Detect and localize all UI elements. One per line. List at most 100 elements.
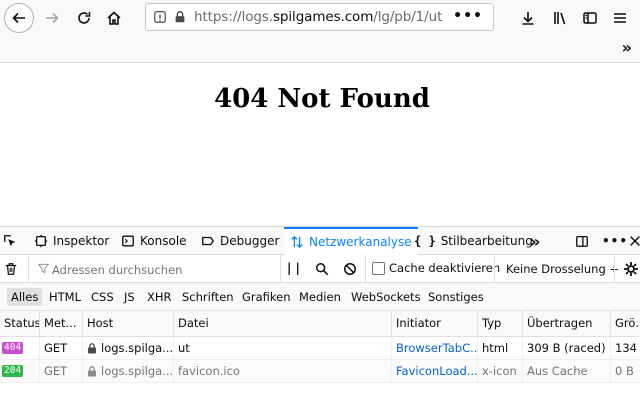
filter-html[interactable]: HTML <box>45 288 85 306</box>
lock-icon <box>88 366 96 377</box>
close-icon <box>630 236 640 246</box>
filter-images[interactable]: Grafiken <box>238 288 295 306</box>
tab-console-label: Konsole <box>140 234 187 248</box>
tab-inspector-label: Inspektor <box>53 234 110 248</box>
filter-xhr[interactable]: XHR <box>143 288 176 306</box>
size-cell: 134 B <box>615 341 640 355</box>
reload-button[interactable] <box>70 4 98 32</box>
filter-js[interactable]: JS <box>120 288 139 306</box>
gear-icon <box>624 262 638 276</box>
tab-inspector[interactable]: Inspektor <box>34 227 109 255</box>
column-header-size[interactable]: Grö... <box>611 311 640 336</box>
search-icon <box>316 263 329 276</box>
tab-debugger[interactable]: Debugger <box>201 227 279 255</box>
column-header-transferred[interactable]: Übertragen <box>523 311 611 336</box>
separator <box>365 255 366 282</box>
inspector-icon <box>34 234 48 248</box>
column-header-host[interactable]: Host <box>83 311 174 336</box>
column-header-type[interactable]: Typ <box>478 311 523 336</box>
hamburger-icon <box>614 13 626 23</box>
file-cell: ut <box>174 337 392 359</box>
type-cell: html <box>478 337 523 359</box>
toolbar-overflow-button[interactable]: » <box>622 38 632 57</box>
column-header-initiator[interactable]: Initiator <box>392 311 478 336</box>
menu-button[interactable] <box>606 4 634 32</box>
transferred-cell: Aus Cache <box>523 360 611 382</box>
page-title: 404 Not Found <box>214 84 430 114</box>
disable-cache-toggle[interactable]: Cache deaktivieren <box>372 261 500 275</box>
downloads-button[interactable] <box>514 4 542 32</box>
filter-other[interactable]: Sonstiges <box>424 288 488 306</box>
url-domain: spilgames.com <box>273 9 374 25</box>
status-badge: 204 <box>2 365 24 377</box>
page-info-icon[interactable] <box>150 7 170 27</box>
url-text[interactable]: https://logs.spilgames.com/lg/pb/1/ut <box>194 9 442 25</box>
host-text: logs.spilga... <box>101 341 174 355</box>
url-prefix: https://logs. <box>194 9 273 25</box>
column-header-file[interactable]: Datei <box>174 311 392 336</box>
browser-toolbar: https://logs.spilgames.com/lg/pb/1/ut ••… <box>0 0 640 36</box>
table-row[interactable]: 204 GET logs.spilga... favicon.ico Favic… <box>0 360 640 383</box>
debugger-icon <box>202 236 215 246</box>
table-row[interactable]: 404 GET logs.spilga... ut BrowserTabC...… <box>0 337 640 360</box>
transferred-cell: 309 B (raced) <box>523 337 611 359</box>
network-settings-button[interactable] <box>623 261 639 277</box>
library-button[interactable] <box>546 4 574 32</box>
pause-button[interactable]: | | <box>287 261 300 275</box>
search-button[interactable] <box>315 262 329 276</box>
url-filter-input[interactable] <box>50 259 279 281</box>
type-cell: x-icon <box>478 360 523 382</box>
block-urls-button[interactable] <box>343 262 357 276</box>
filter-fonts[interactable]: Schriften <box>178 288 238 306</box>
back-button[interactable] <box>4 3 34 33</box>
tab-style-editor-label: Stilbearbeitung <box>440 234 533 248</box>
throttling-select[interactable]: Keine Drosselung ÷ <box>506 262 619 276</box>
lock-icon[interactable] <box>170 7 190 27</box>
column-header-status[interactable]: Status <box>0 311 40 336</box>
request-table-header: Status Met... Host Datei Initiator Typ Ü… <box>0 311 640 337</box>
size-cell: 0 B <box>615 364 634 378</box>
status-cell: 204 <box>0 360 40 382</box>
filter-all[interactable]: Alles <box>7 288 43 306</box>
request-type-filters: Alles HTML CSS JS XHR Schriften Grafiken… <box>0 283 640 311</box>
tab-style-editor[interactable]: { } Stilbearbeitung <box>414 227 533 255</box>
shield-icon <box>154 11 166 23</box>
url-bar[interactable]: https://logs.spilgames.com/lg/pb/1/ut ••… <box>145 3 494 31</box>
element-picker-icon <box>4 235 16 247</box>
element-picker-button[interactable] <box>3 227 22 255</box>
tab-network[interactable]: Netzwerkanalyse <box>284 227 418 255</box>
filter-css[interactable]: CSS <box>87 288 118 306</box>
tab-console[interactable]: Konsole <box>121 227 187 255</box>
host-text: logs.spilga... <box>101 364 174 378</box>
disable-cache-checkbox[interactable] <box>372 262 385 275</box>
method-cell: GET <box>40 337 83 359</box>
devtools-menu-button[interactable]: ••• <box>602 227 628 255</box>
initiator-link[interactable]: FaviconLoad... <box>392 360 478 382</box>
page-actions-menu[interactable]: ••• <box>453 8 483 24</box>
filter-media[interactable]: Medien <box>295 288 345 306</box>
disable-cache-label: Cache deaktivieren <box>389 261 501 275</box>
trash-icon <box>5 263 17 275</box>
sidebar-button[interactable] <box>576 4 604 32</box>
close-devtools-button[interactable] <box>628 227 640 255</box>
arrow-left-icon <box>12 12 25 24</box>
home-button[interactable] <box>100 4 128 32</box>
dock-side-icon <box>576 235 588 247</box>
more-tools-button[interactable]: » <box>530 227 540 255</box>
console-icon <box>122 235 134 247</box>
home-icon <box>107 11 121 25</box>
clear-requests-button[interactable] <box>4 261 18 277</box>
separator <box>494 255 495 282</box>
forward-button[interactable] <box>38 4 66 32</box>
dock-toggle-button[interactable] <box>575 227 594 255</box>
url-path: /lg/pb/1/ut <box>373 9 443 25</box>
download-icon <box>522 12 534 25</box>
host-cell: logs.spilga... <box>83 360 174 382</box>
network-filter-bar: | | Cache deaktivieren Keine Drosselung … <box>0 255 640 283</box>
filter-websockets[interactable]: WebSockets <box>347 288 425 306</box>
column-header-method[interactable]: Met... <box>40 311 83 336</box>
toolbar-overflow-row: » <box>0 36 640 63</box>
method-cell: GET <box>40 360 83 382</box>
initiator-link[interactable]: BrowserTabC... <box>392 337 478 359</box>
status-badge: 404 <box>2 342 24 354</box>
